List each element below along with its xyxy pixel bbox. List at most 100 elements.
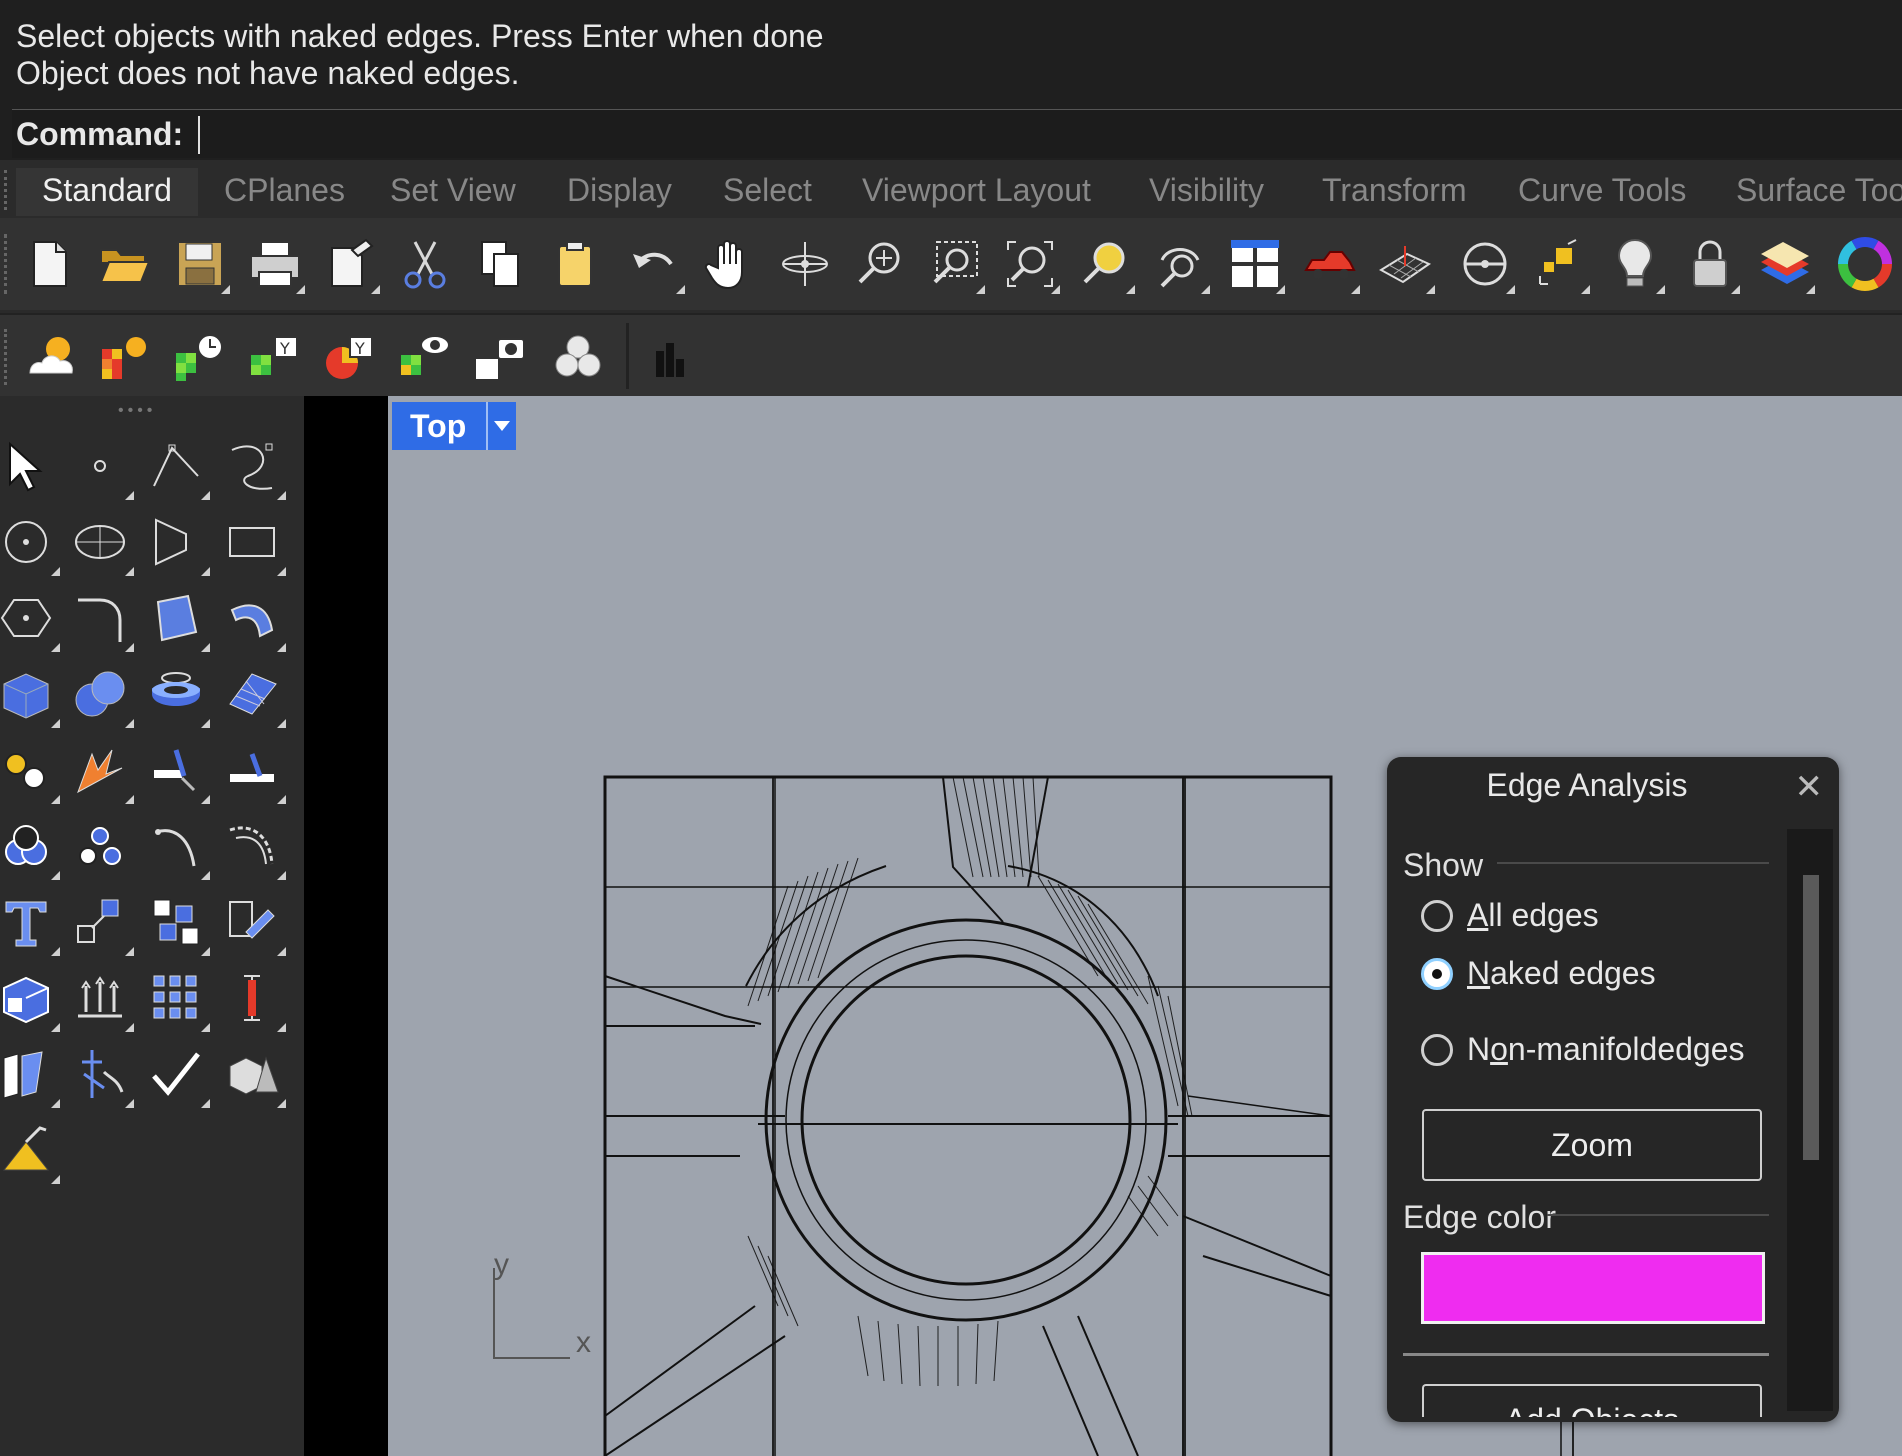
rectangle-icon[interactable] bbox=[218, 508, 286, 576]
grid-plane-icon[interactable] bbox=[1375, 234, 1435, 294]
tab-visibility[interactable]: Visibility bbox=[1149, 172, 1264, 209]
mesh-plane-icon[interactable] bbox=[218, 660, 286, 728]
ellipse-icon[interactable] bbox=[66, 508, 134, 576]
grid-array-icon[interactable] bbox=[142, 964, 210, 1032]
clock-grid-icon[interactable] bbox=[170, 327, 230, 387]
check-icon[interactable] bbox=[142, 1040, 210, 1108]
standard-toolbar bbox=[0, 218, 1902, 310]
panel-grip[interactable]: •••• bbox=[118, 402, 156, 420]
toolbar-grip[interactable] bbox=[4, 329, 11, 385]
zoom-button[interactable]: Zoom bbox=[1422, 1109, 1762, 1181]
tab-surface-tools[interactable]: Surface Too bbox=[1736, 172, 1902, 209]
sun-icon[interactable] bbox=[22, 327, 82, 387]
text-icon[interactable] bbox=[0, 888, 60, 956]
curve-icon[interactable] bbox=[218, 432, 286, 500]
zoom-selected-icon[interactable] bbox=[1075, 234, 1135, 294]
scrollbar-thumb[interactable] bbox=[1803, 875, 1819, 1160]
zoom-in-icon[interactable] bbox=[850, 234, 910, 294]
dialog-scrollbar[interactable] bbox=[1787, 829, 1833, 1411]
car-render-icon[interactable] bbox=[1300, 234, 1360, 294]
pan-hand-icon[interactable] bbox=[700, 234, 760, 294]
drafting-icon[interactable] bbox=[0, 1116, 60, 1184]
arc-icon[interactable] bbox=[142, 508, 210, 576]
eye-grid-icon[interactable] bbox=[395, 327, 455, 387]
select-arrow-icon[interactable] bbox=[0, 432, 60, 500]
zoom-window-icon[interactable] bbox=[925, 234, 985, 294]
tab-select[interactable]: Select bbox=[723, 172, 812, 209]
offset-curve-icon[interactable] bbox=[218, 812, 286, 880]
tab-curve-tools[interactable]: Curve Tools bbox=[1518, 172, 1686, 209]
group-icon[interactable] bbox=[66, 812, 134, 880]
radio-all-edges[interactable]: All edges bbox=[1421, 897, 1599, 934]
point-icon[interactable] bbox=[66, 432, 134, 500]
add-objects-button[interactable]: Add Objects bbox=[1422, 1384, 1762, 1417]
print-icon[interactable] bbox=[245, 234, 305, 294]
split-icon[interactable] bbox=[218, 736, 286, 804]
radio-circle-selected[interactable] bbox=[1421, 957, 1453, 990]
fillet-curve-icon[interactable] bbox=[66, 584, 134, 652]
array-icon[interactable] bbox=[142, 888, 210, 956]
polygon-icon[interactable] bbox=[0, 584, 60, 652]
extrude-arrows-icon[interactable] bbox=[66, 964, 134, 1032]
y-pie-icon[interactable]: Y bbox=[320, 327, 380, 387]
radio-naked-edges[interactable]: Naked edges bbox=[1421, 955, 1656, 992]
tabs-grip[interactable] bbox=[4, 170, 11, 210]
polyline-icon[interactable] bbox=[142, 432, 210, 500]
rotate-view-icon[interactable] bbox=[775, 234, 835, 294]
block-icon[interactable] bbox=[0, 964, 60, 1032]
box-solid-icon[interactable] bbox=[0, 660, 60, 728]
lock-icon[interactable] bbox=[1680, 234, 1740, 294]
layers-icon[interactable] bbox=[1755, 234, 1815, 294]
spheres-cluster-icon[interactable] bbox=[548, 327, 608, 387]
zoom-extents-icon[interactable] bbox=[1000, 234, 1060, 294]
circle-icon[interactable] bbox=[0, 508, 60, 576]
camera-grid-icon[interactable] bbox=[470, 327, 530, 387]
close-icon[interactable]: ✕ bbox=[1795, 767, 1824, 807]
command-area: Select objects with naked edges. Press E… bbox=[0, 0, 1902, 160]
scale-icon[interactable] bbox=[66, 888, 134, 956]
toolbar-grip[interactable] bbox=[4, 234, 11, 294]
surface-from-points-icon[interactable] bbox=[142, 584, 210, 652]
y-grid-icon[interactable]: Y bbox=[245, 327, 305, 387]
four-viewports-icon[interactable] bbox=[1225, 234, 1285, 294]
spheres-solid-icon[interactable] bbox=[66, 660, 134, 728]
radio-circle[interactable] bbox=[1421, 899, 1453, 932]
copy-icon[interactable] bbox=[470, 234, 530, 294]
new-document-icon[interactable] bbox=[20, 234, 80, 294]
explode-icon[interactable] bbox=[66, 736, 134, 804]
sun-grid-icon[interactable] bbox=[96, 327, 156, 387]
open-folder-icon[interactable] bbox=[95, 234, 155, 294]
rotate-camera-icon[interactable] bbox=[1150, 234, 1210, 294]
boolean-union-icon[interactable] bbox=[0, 812, 60, 880]
bend-icon[interactable] bbox=[142, 812, 210, 880]
gumball-icon[interactable] bbox=[1530, 234, 1590, 294]
tab-set-view[interactable]: Set View bbox=[390, 172, 516, 209]
tab-display[interactable]: Display bbox=[567, 172, 672, 209]
radio-non-manifold-edges[interactable]: Non-manifoldedges bbox=[1421, 1031, 1745, 1068]
analyze-icon[interactable] bbox=[66, 1040, 134, 1108]
undo-icon[interactable] bbox=[625, 234, 685, 294]
render-shapes-icon[interactable] bbox=[218, 1040, 286, 1108]
color-wheel-icon[interactable] bbox=[1835, 234, 1895, 294]
osnap-icon[interactable] bbox=[1455, 234, 1515, 294]
tab-cplanes[interactable]: CPlanes bbox=[224, 172, 345, 209]
transform-edit-icon[interactable] bbox=[218, 888, 286, 956]
tab-transform[interactable]: Transform bbox=[1322, 172, 1467, 209]
gears-tools-icon[interactable] bbox=[0, 736, 60, 804]
cylinder-tube-icon[interactable] bbox=[142, 660, 210, 728]
unroll-icon[interactable] bbox=[0, 1040, 60, 1108]
tab-viewport-layout[interactable]: Viewport Layout bbox=[862, 172, 1091, 209]
radio-circle[interactable] bbox=[1421, 1033, 1453, 1066]
sweep-surface-icon[interactable] bbox=[218, 584, 286, 652]
edge-color-swatch[interactable] bbox=[1421, 1252, 1765, 1324]
command-input[interactable]: Command: bbox=[12, 109, 1902, 158]
tab-standard[interactable]: Standard bbox=[16, 168, 198, 216]
paste-icon[interactable] bbox=[545, 234, 605, 294]
import-icon[interactable] bbox=[320, 234, 380, 294]
cut-icon[interactable] bbox=[395, 234, 455, 294]
trim-icon[interactable] bbox=[142, 736, 210, 804]
save-icon[interactable] bbox=[170, 234, 230, 294]
dimension-icon[interactable] bbox=[218, 964, 286, 1032]
light-bulb-icon[interactable] bbox=[1605, 234, 1665, 294]
bar-chart-icon[interactable] bbox=[640, 327, 700, 387]
